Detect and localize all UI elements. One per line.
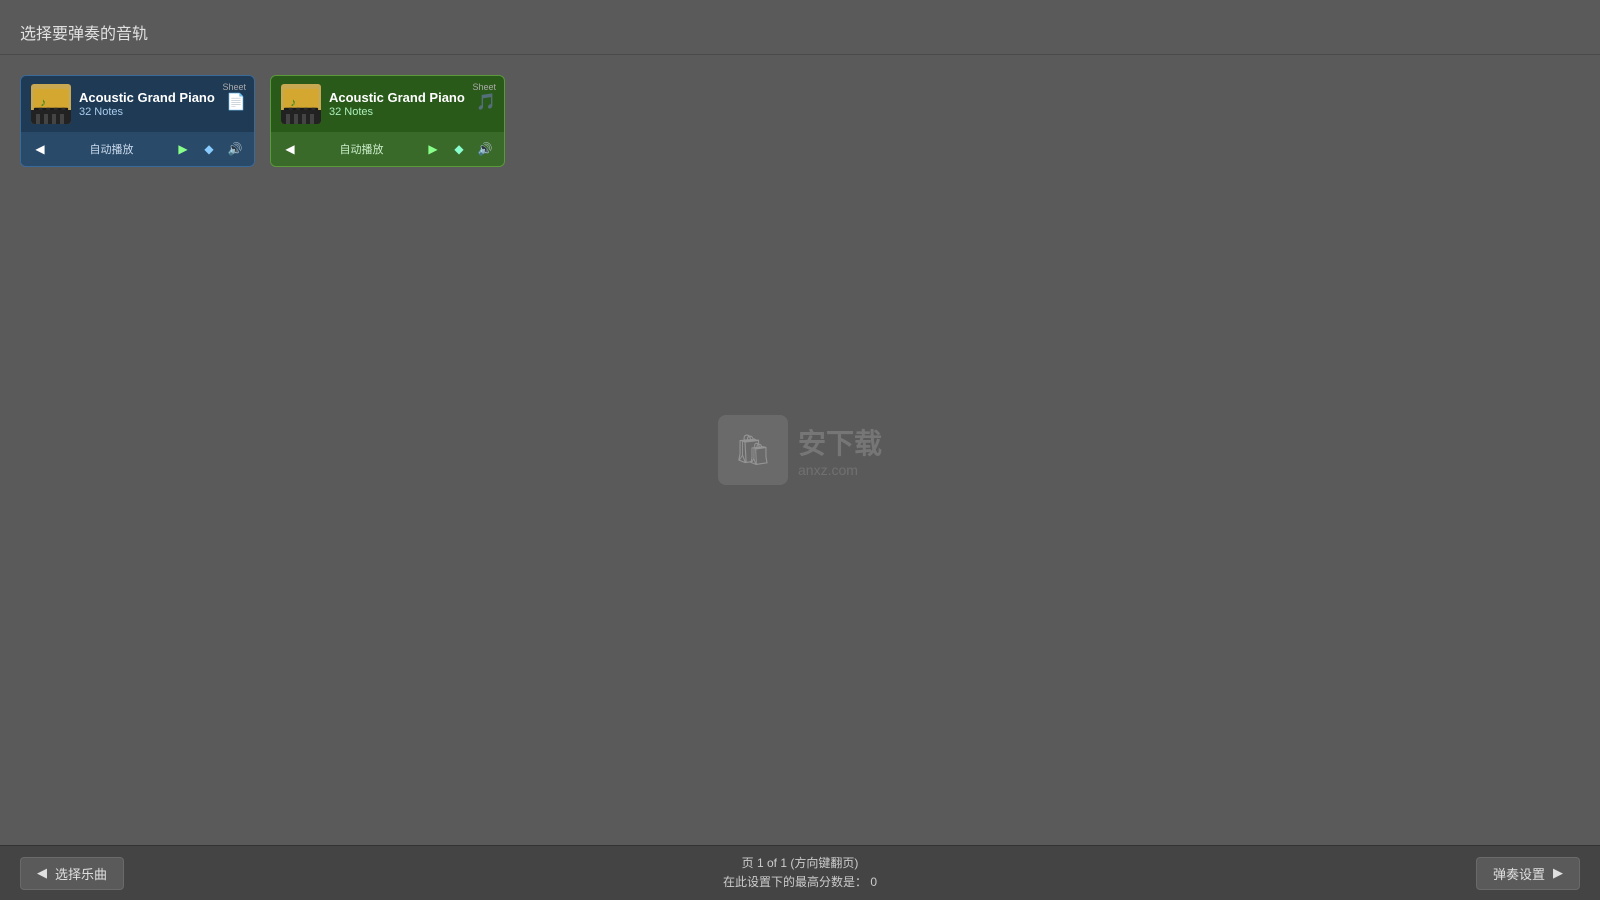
track-notes-green: 32 Notes <box>329 106 494 118</box>
play-btn-green[interactable]: ▶ <box>422 138 444 160</box>
track-name-blue: Acoustic Grand Piano <box>79 90 244 107</box>
back-button-label: 选择乐曲 <box>55 864 107 883</box>
diamond-btn-blue[interactable]: ◆ <box>198 138 220 160</box>
sheet-icon-blue: 📄 <box>222 92 246 112</box>
diamond-btn-green[interactable]: ◆ <box>448 138 470 160</box>
footer-page-info: 页 1 of 1 (方向键翻页) 在此设置下的最高分数是： 0 <box>723 854 877 892</box>
page-info-line2: 在此设置下的最高分数是： 0 <box>723 873 877 892</box>
volume-btn-blue[interactable]: 🔊 <box>224 138 246 160</box>
page-title: 选择要弹奏的音轨 <box>20 20 1580 44</box>
main-content: ♪ Acoustic Grand Piano 32 Notes Sheet 📄 … <box>0 55 1600 187</box>
piano-icon-green: ♪ <box>281 84 321 124</box>
max-score-value: 0 <box>870 875 877 889</box>
track-controls-blue: ◀ 自动播放 ▶ ◆ 🔊 <box>21 132 254 166</box>
settings-button[interactable]: 弹奏设置 ▶ <box>1476 857 1580 890</box>
footer-center: 页 1 of 1 (方向键翻页) 在此设置下的最高分数是： 0 <box>723 854 877 892</box>
track-notes-blue: 32 Notes <box>79 106 244 118</box>
track-controls-green: ◀ 自动播放 ▶ ◆ 🔊 <box>271 132 504 166</box>
page-header: 选择要弹奏的音轨 <box>0 0 1600 55</box>
sheet-icon-green: 🎵 <box>472 92 496 112</box>
play-btn-blue[interactable]: ▶ <box>172 138 194 160</box>
track-card-top-green: ♪ Acoustic Grand Piano 32 Notes Sheet 🎵 <box>271 76 504 132</box>
footer-right: 弹奏设置 ▶ <box>1476 857 1580 890</box>
watermark: 🛍 安下载 anxz.com <box>718 415 882 485</box>
track-card-green[interactable]: ♪ Acoustic Grand Piano 32 Notes Sheet 🎵 … <box>270 75 505 167</box>
watermark-subtext: anxz.com <box>798 462 882 478</box>
watermark-icon: 🛍 <box>718 415 788 485</box>
track-card-top-blue: ♪ Acoustic Grand Piano 32 Notes Sheet 📄 <box>21 76 254 132</box>
track-info-green: Acoustic Grand Piano 32 Notes <box>329 90 494 119</box>
watermark-text: 安下载 <box>798 422 882 462</box>
sheet-badge-blue: Sheet 📄 <box>222 82 246 112</box>
track-card-blue[interactable]: ♪ Acoustic Grand Piano 32 Notes Sheet 📄 … <box>20 75 255 167</box>
piano-icon-blue: ♪ <box>31 84 71 124</box>
svg-text:♪: ♪ <box>41 97 47 109</box>
page-info-line1: 页 1 of 1 (方向键翻页) <box>723 854 877 873</box>
settings-button-label: 弹奏设置 <box>1493 864 1545 883</box>
svg-text:♪: ♪ <box>291 97 297 109</box>
footer-left: ◀ 选择乐曲 <box>20 857 124 890</box>
rewind-btn-green[interactable]: ◀ <box>279 138 301 160</box>
footer: ◀ 选择乐曲 页 1 of 1 (方向键翻页) 在此设置下的最高分数是： 0 弹… <box>0 845 1600 900</box>
auto-play-label-green: 自动播放 <box>305 141 418 157</box>
page-info-line2-text: 在此设置下的最高分数是： <box>723 875 867 889</box>
sheet-badge-green: Sheet 🎵 <box>472 82 496 112</box>
back-arrow-icon: ◀ <box>37 865 47 881</box>
rewind-btn-blue[interactable]: ◀ <box>29 138 51 160</box>
forward-arrow-icon: ▶ <box>1553 865 1563 881</box>
back-button[interactable]: ◀ 选择乐曲 <box>20 857 124 890</box>
track-info-blue: Acoustic Grand Piano 32 Notes <box>79 90 244 119</box>
auto-play-label-blue: 自动播放 <box>55 141 168 157</box>
track-name-green: Acoustic Grand Piano <box>329 90 494 107</box>
watermark-text-block: 安下载 anxz.com <box>798 422 882 478</box>
volume-btn-green[interactable]: 🔊 <box>474 138 496 160</box>
